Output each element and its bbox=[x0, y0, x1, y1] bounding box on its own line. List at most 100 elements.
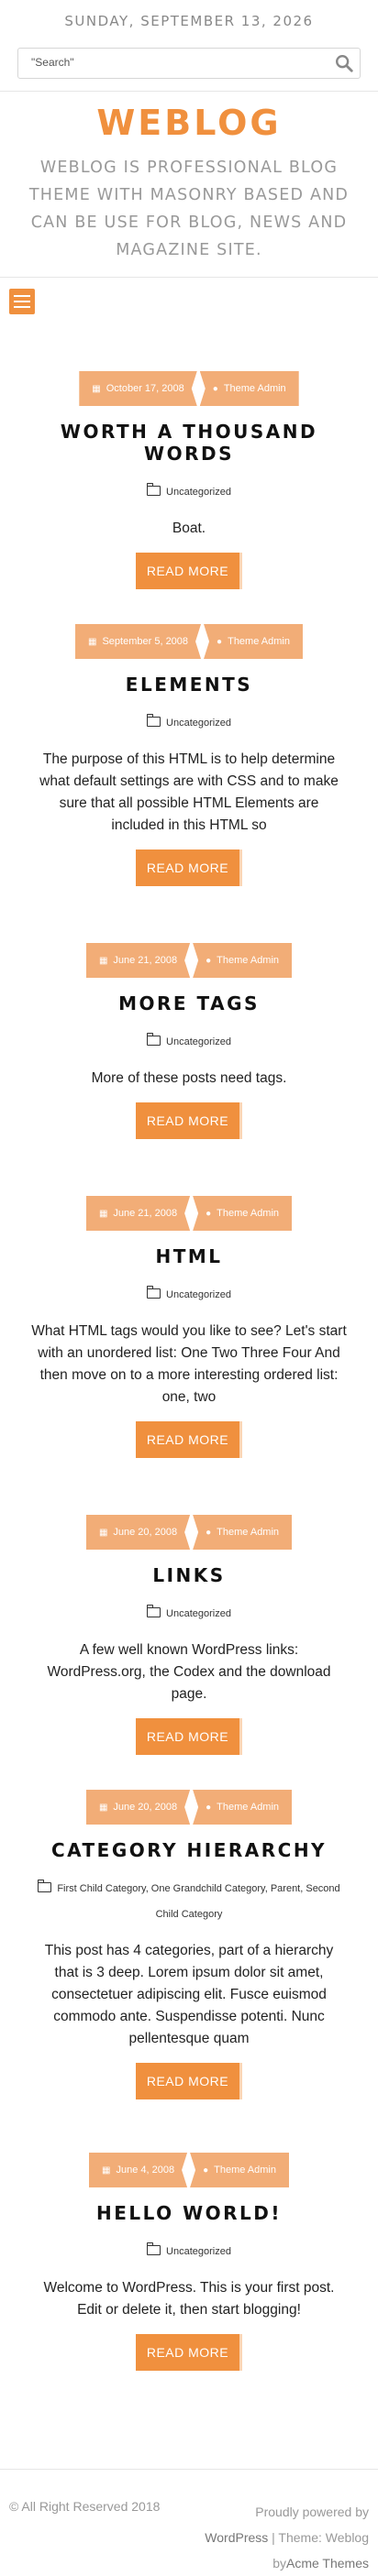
read-more-button[interactable]: READ MORE bbox=[136, 2334, 242, 2371]
post-title[interactable]: MORE TAGS bbox=[18, 992, 360, 1014]
post-author[interactable]: ● Theme Admin bbox=[193, 1196, 293, 1231]
post-title[interactable]: CATEGORY HIERARCHY bbox=[18, 1839, 360, 1861]
post-date-text: September 5, 2008 bbox=[102, 636, 189, 647]
calendar-icon: ▦ bbox=[98, 1527, 108, 1538]
post-excerpt: This post has 4 categories, part of a hi… bbox=[44, 1943, 334, 2046]
post-card: ▦ June 4, 2008 ● Theme Admin HELLO WORLD! … bbox=[0, 2153, 378, 2371]
post-author-text: Theme Admin bbox=[217, 955, 280, 966]
user-icon: ● bbox=[203, 2165, 209, 2176]
post-date[interactable]: ▦ June 21, 2008 bbox=[86, 1196, 190, 1231]
post-date[interactable]: ▦ June 20, 2008 bbox=[86, 1515, 190, 1550]
post-card: ▦ September 5, 2008 ● Theme Admin ELEMENTS… bbox=[0, 624, 378, 886]
calendar-icon: ▦ bbox=[88, 636, 97, 647]
folder-icon bbox=[38, 1880, 52, 1892]
read-more-button[interactable]: READ MORE bbox=[136, 1421, 242, 1458]
folder-icon bbox=[146, 483, 161, 496]
post-date-text: June 20, 2008 bbox=[113, 1527, 178, 1538]
post-excerpt: A few well known WordPress links: WordPr… bbox=[47, 1642, 331, 1702]
current-date: SUNDAY, SEPTEMBER 13, 2026 bbox=[64, 13, 314, 29]
site-description: WEBLOG IS PROFESSIONAL BLOG THEME WITH M… bbox=[28, 159, 350, 259]
user-icon: ● bbox=[217, 636, 223, 647]
post-title[interactable]: HELLO WORLD! bbox=[18, 2202, 360, 2224]
post-card: ▦ June 21, 2008 ● Theme Admin MORE TAGS Un… bbox=[0, 943, 378, 1139]
search-form[interactable]: "Search" bbox=[17, 48, 361, 79]
post-meta: ▦ October 17, 2008 ● Theme Admin bbox=[0, 371, 378, 406]
post-author-text: Theme Admin bbox=[214, 2165, 276, 2176]
post-card: ▦ June 20, 2008 ● Theme Admin CATEGORY HIE… bbox=[0, 1790, 378, 2099]
post-excerpt: More of these posts need tags. bbox=[91, 1070, 287, 1086]
post-meta: ▦ June 21, 2008 ● Theme Admin bbox=[0, 1196, 378, 1231]
post-categories: Uncategorized bbox=[0, 479, 378, 505]
category-link[interactable]: Uncategorized bbox=[166, 1036, 231, 1047]
site-title[interactable]: WEBLOG bbox=[28, 103, 350, 143]
site-branding: WEBLOG WEBLOG IS PROFESSIONAL BLOG THEME… bbox=[0, 92, 378, 264]
post-title[interactable]: HTML bbox=[18, 1245, 360, 1267]
post-categories: Uncategorized bbox=[0, 1601, 378, 1627]
post-author-text: Theme Admin bbox=[223, 383, 286, 394]
read-more-button[interactable]: READ MORE bbox=[136, 850, 242, 886]
post-title[interactable]: ELEMENTS bbox=[18, 674, 360, 696]
post-title[interactable]: WORTH A THOUSAND WORDS bbox=[18, 421, 360, 465]
user-icon: ● bbox=[212, 383, 218, 394]
post-meta: ▦ June 20, 2008 ● Theme Admin bbox=[0, 1790, 378, 1825]
post-excerpt: Welcome to WordPress. This is your first… bbox=[43, 2280, 335, 2318]
post-date[interactable]: ▦ June 20, 2008 bbox=[86, 1790, 190, 1825]
calendar-icon: ▦ bbox=[98, 955, 108, 966]
calendar-icon: ▦ bbox=[98, 1208, 108, 1219]
post-categories: Uncategorized bbox=[0, 1029, 378, 1055]
post-author[interactable]: ● Theme Admin bbox=[193, 1515, 293, 1550]
post-meta: ▦ June 4, 2008 ● Theme Admin bbox=[0, 2153, 378, 2187]
read-more-button[interactable]: READ MORE bbox=[136, 553, 242, 589]
magnifier-icon[interactable] bbox=[334, 53, 354, 73]
calendar-icon: ▦ bbox=[92, 383, 101, 394]
wordpress-link[interactable]: WordPress bbox=[205, 2530, 268, 2545]
post-title[interactable]: LINKS bbox=[18, 1564, 360, 1586]
folder-icon bbox=[146, 714, 161, 727]
post-author[interactable]: ● Theme Admin bbox=[190, 2153, 289, 2187]
post-date[interactable]: ▦ June 21, 2008 bbox=[86, 943, 190, 978]
category-link[interactable]: First Child Category, One Grandchild Cat… bbox=[57, 1883, 339, 1920]
post-meta: ▦ September 5, 2008 ● Theme Admin bbox=[0, 624, 378, 659]
post-date[interactable]: ▦ June 4, 2008 bbox=[89, 2153, 187, 2187]
post-categories: First Child Category, One Grandchild Cat… bbox=[0, 1876, 378, 1927]
post-author[interactable]: ● Theme Admin bbox=[199, 371, 299, 406]
post-author-text: Theme Admin bbox=[217, 1802, 280, 1813]
user-icon: ● bbox=[206, 1802, 212, 1813]
category-link[interactable]: Uncategorized bbox=[166, 487, 231, 498]
read-more-button[interactable]: READ MORE bbox=[136, 1718, 242, 1755]
category-link[interactable]: Uncategorized bbox=[166, 2246, 231, 2257]
post-date-text: June 4, 2008 bbox=[116, 2165, 175, 2176]
proudly-powered-text: Proudly powered by bbox=[255, 2505, 369, 2519]
post-author[interactable]: ● Theme Admin bbox=[193, 943, 293, 978]
read-more-button[interactable]: READ MORE bbox=[136, 2063, 242, 2099]
top-bar: SUNDAY, SEPTEMBER 13, 2026 "Search" bbox=[0, 0, 378, 92]
folder-icon bbox=[146, 1286, 161, 1299]
powered-by: Proudly powered by WordPress | Theme: We… bbox=[205, 2499, 369, 2576]
post-excerpt: The purpose of this HTML is to help dete… bbox=[39, 751, 339, 833]
category-link[interactable]: Uncategorized bbox=[166, 1289, 231, 1300]
post-card: ▦ June 21, 2008 ● Theme Admin HTML Uncateg… bbox=[0, 1196, 378, 1458]
category-link[interactable]: Uncategorized bbox=[166, 1608, 231, 1619]
hamburger-icon[interactable] bbox=[9, 289, 35, 314]
copyright-text: © All Right Reserved 2018 bbox=[9, 2499, 161, 2514]
post-author[interactable]: ● Theme Admin bbox=[193, 1790, 293, 1825]
header-divider bbox=[0, 277, 378, 278]
post-excerpt: Boat. bbox=[172, 521, 206, 536]
post-meta: ▦ June 21, 2008 ● Theme Admin bbox=[0, 943, 378, 978]
read-more-button[interactable]: READ MORE bbox=[136, 1102, 242, 1139]
post-excerpt: What HTML tags would you like to see? Le… bbox=[31, 1323, 347, 1405]
post-date-text: June 21, 2008 bbox=[113, 955, 178, 966]
acme-themes-link[interactable]: Acme Themes bbox=[286, 2556, 369, 2571]
post-author[interactable]: ● Theme Admin bbox=[204, 624, 303, 659]
post-date[interactable]: ▦ October 17, 2008 bbox=[79, 371, 196, 406]
folder-icon bbox=[146, 1605, 161, 1617]
search-input[interactable]: "Search" bbox=[31, 56, 74, 69]
category-link[interactable]: Uncategorized bbox=[166, 718, 231, 729]
folder-icon bbox=[146, 2242, 161, 2255]
user-icon: ● bbox=[206, 955, 212, 966]
by-text: by bbox=[272, 2556, 286, 2571]
post-card: ▦ June 20, 2008 ● Theme Admin LINKS Uncate… bbox=[0, 1515, 378, 1755]
post-date-text: June 21, 2008 bbox=[113, 1208, 178, 1219]
user-icon: ● bbox=[206, 1527, 212, 1538]
post-date[interactable]: ▦ September 5, 2008 bbox=[75, 624, 201, 659]
